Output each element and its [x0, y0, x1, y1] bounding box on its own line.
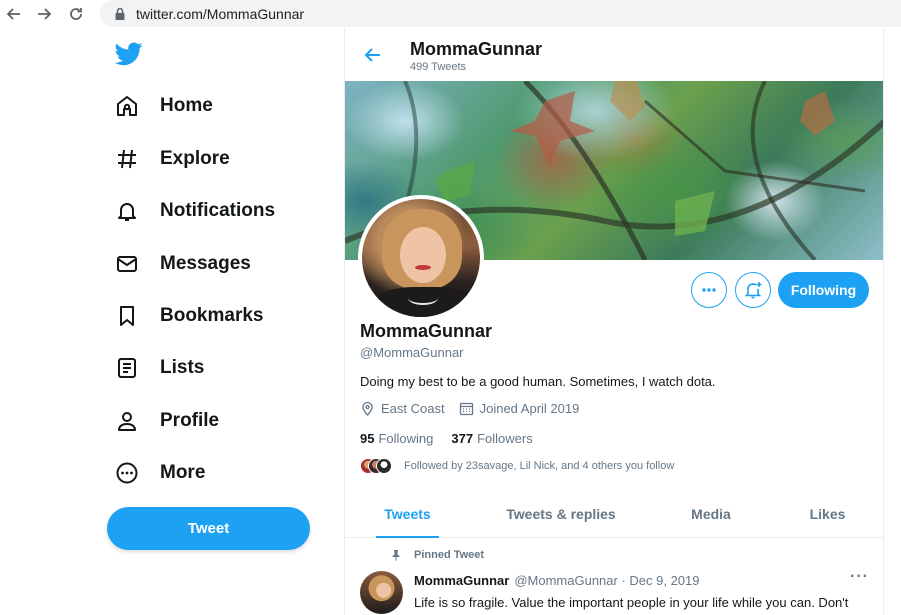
- envelope-icon: [114, 251, 140, 277]
- following-label: Following: [378, 431, 434, 446]
- sidebar-item-label: Explore: [160, 148, 230, 169]
- back-arrow-icon[interactable]: [363, 45, 383, 65]
- more-circle-icon: [114, 460, 140, 486]
- followers-count: 377: [451, 431, 474, 446]
- location: East Coast: [360, 401, 445, 416]
- sidebar-item-label: Lists: [160, 357, 205, 378]
- url-text: twitter.com/MommaGunnar: [136, 5, 305, 22]
- following-count: 95: [360, 431, 375, 446]
- sidebar-item-lists[interactable]: Lists: [114, 348, 204, 388]
- tweet-button[interactable]: Tweet: [107, 507, 310, 550]
- followed-by-text: Followed by 23savage, Lil Nick, and 4 ot…: [404, 460, 675, 472]
- bookmark-icon: [114, 303, 140, 329]
- profile-avatar[interactable]: [358, 195, 484, 321]
- tab-likes[interactable]: Likes: [770, 490, 883, 538]
- pinned-label-text: Pinned Tweet: [414, 549, 485, 561]
- profile-column: MommaGunnar 499 Tweets Following MommaGu…: [344, 28, 884, 615]
- sidebar-item-label: Profile: [160, 410, 220, 431]
- tweet-text: Life is so fragile. Value the important …: [414, 595, 849, 610]
- sidebar-item-label: Bookmarks: [160, 305, 264, 326]
- profile-tabs: Tweets Tweets & replies Media Likes: [345, 490, 883, 538]
- tweet-header: MommaGunnar @MommaGunnar · Dec 9, 2019: [414, 573, 700, 588]
- browser-toolbar: twitter.com/MommaGunnar: [0, 0, 901, 28]
- tweet-handle-date: @MommaGunnar · Dec 9, 2019: [514, 573, 700, 588]
- browser-reload-icon[interactable]: [65, 3, 87, 25]
- following-stat[interactable]: 95 Following: [360, 431, 433, 446]
- sidebar-item-more[interactable]: More: [114, 453, 205, 493]
- sidebar-item-bookmarks[interactable]: Bookmarks: [114, 296, 264, 336]
- sidebar-item-notifications[interactable]: Notifications: [114, 191, 275, 231]
- mutual-avatars: [360, 458, 396, 474]
- profile-meta: East Coast Joined April 2019: [360, 401, 593, 416]
- profile-bio: Doing my best to be a good human. Someti…: [360, 374, 716, 389]
- tweet-author[interactable]: MommaGunnar: [414, 573, 509, 588]
- location-text: East Coast: [381, 401, 445, 416]
- tab-tweets[interactable]: Tweets: [345, 490, 470, 538]
- browser-forward-icon[interactable]: [33, 3, 55, 25]
- sidebar-item-home[interactable]: Home: [114, 86, 213, 126]
- address-bar[interactable]: twitter.com/MommaGunnar: [100, 0, 901, 27]
- more-options-button[interactable]: [691, 272, 727, 308]
- follow-stats: 95 Following 377 Followers: [360, 431, 551, 446]
- followers-label: Followers: [477, 431, 533, 446]
- followers-stat[interactable]: 377 Followers: [451, 431, 532, 446]
- sidebar-item-label: More: [160, 462, 206, 483]
- calendar-icon: [459, 401, 474, 416]
- tweet-more-icon[interactable]: ···: [850, 568, 870, 585]
- sidebar-item-messages[interactable]: Messages: [114, 244, 251, 284]
- avatar[interactable]: [360, 571, 403, 614]
- twitter-bird-icon[interactable]: [114, 42, 143, 66]
- bell-icon: [114, 198, 140, 224]
- pinned-tweet-label: Pinned Tweet: [390, 549, 484, 561]
- sidebar-item-explore[interactable]: Explore: [114, 139, 230, 179]
- sidebar-item-profile[interactable]: Profile: [114, 401, 219, 441]
- header-name: MommaGunnar: [410, 39, 543, 59]
- tab-tweets-and-replies[interactable]: Tweets & replies: [470, 490, 652, 538]
- sidebar-item-label: Messages: [160, 253, 251, 274]
- ellipsis-icon: [702, 288, 716, 292]
- join-date: Joined April 2019: [459, 401, 580, 416]
- joined-text: Joined April 2019: [479, 401, 580, 416]
- lock-icon: [114, 7, 126, 21]
- sidebar: Home Explore Notifications Messages Book…: [0, 28, 344, 615]
- hashtag-icon: [114, 146, 140, 172]
- following-button[interactable]: Following: [778, 272, 869, 308]
- bell-plus-icon: [744, 282, 762, 299]
- person-icon: [114, 408, 140, 434]
- profile-handle: @MommaGunnar: [360, 345, 464, 360]
- pin-icon: [390, 549, 402, 561]
- sidebar-item-label: Notifications: [160, 200, 276, 221]
- home-icon: [114, 93, 140, 119]
- sidebar-item-label: Home: [160, 95, 213, 116]
- browser-back-icon[interactable]: [3, 3, 25, 25]
- location-pin-icon: [360, 401, 375, 416]
- notifications-toggle-button[interactable]: [735, 272, 771, 308]
- profile-header-bar: MommaGunnar 499 Tweets: [345, 28, 883, 81]
- list-icon: [114, 355, 140, 381]
- avatar: [376, 458, 392, 474]
- followed-by[interactable]: Followed by 23savage, Lil Nick, and 4 ot…: [360, 458, 674, 474]
- profile-name: MommaGunnar: [360, 321, 493, 341]
- header-tweet-count: 499 Tweets: [410, 61, 467, 73]
- tab-media[interactable]: Media: [652, 490, 770, 538]
